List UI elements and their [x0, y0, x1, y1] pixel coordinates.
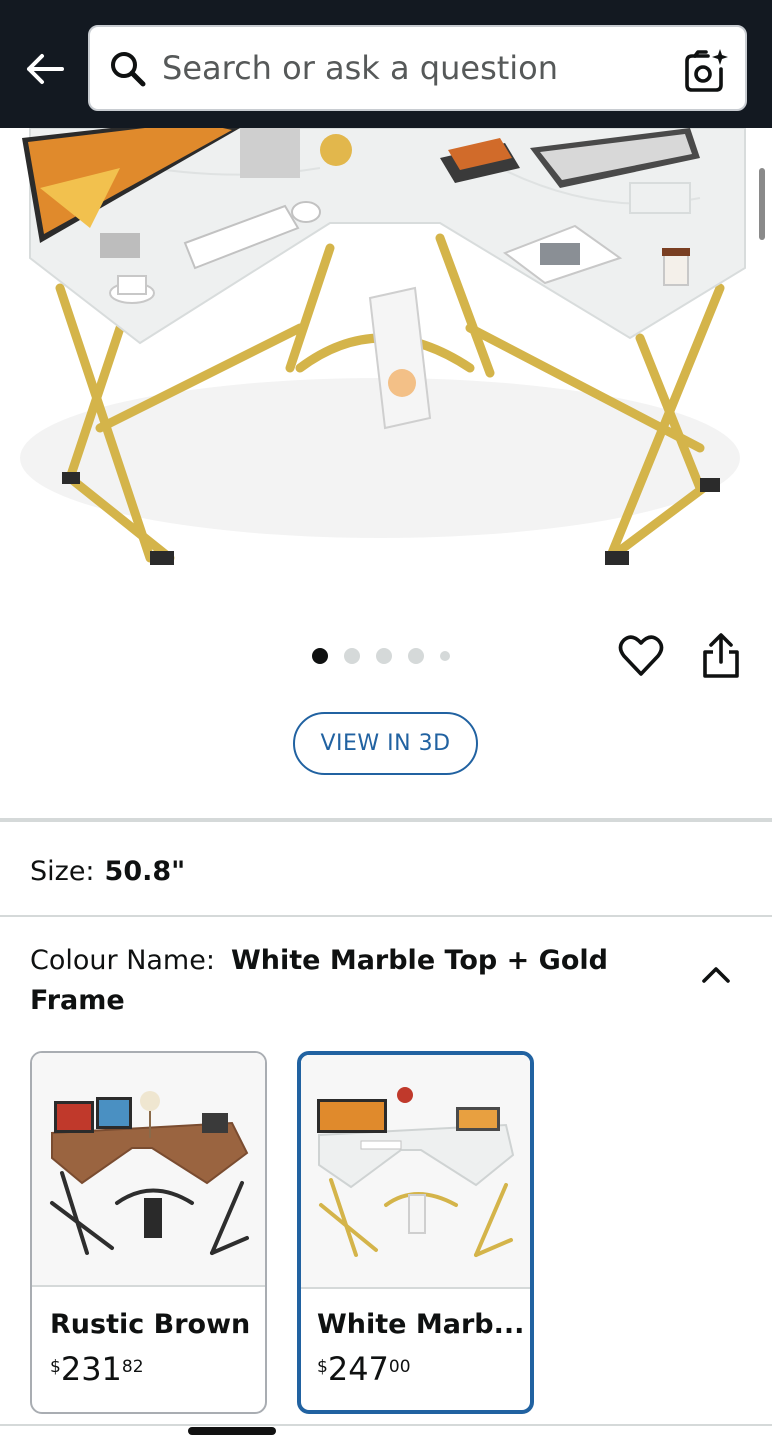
view-in-3d-button[interactable]: VIEW IN 3D [293, 712, 478, 775]
carousel-dot-4[interactable] [408, 648, 424, 664]
price-currency: $ [317, 1357, 328, 1377]
product-thumbnail-white-gold-desk [301, 1055, 530, 1285]
swatch-thumbnail [32, 1053, 265, 1287]
price-cents: 82 [121, 1357, 144, 1377]
price-cents: 00 [388, 1357, 411, 1377]
colour-swatch-rustic-brown[interactable]: Rustic Brown $23182 [30, 1051, 267, 1414]
size-label: Size: [30, 856, 95, 887]
back-button[interactable] [20, 44, 68, 94]
size-selector: Size: 50.8" [30, 852, 185, 892]
image-carousel-dots[interactable] [312, 645, 450, 667]
size-value: 50.8" [104, 856, 186, 887]
colour-label: Colour Name: [30, 945, 215, 976]
chevron-up-icon[interactable] [696, 955, 736, 991]
colour-swatch-white-marble[interactable]: White Marb... $24700 [297, 1051, 534, 1414]
product-image[interactable] [0, 128, 772, 598]
swatch-price: $24700 [317, 1349, 411, 1389]
swatch-name: Rustic Brown [50, 1309, 251, 1340]
section-divider [0, 818, 772, 822]
product-thumbnail-brown-desk [32, 1053, 265, 1285]
price-dollars: 247 [327, 1350, 389, 1388]
search-bar[interactable] [88, 25, 747, 111]
search-input[interactable] [162, 43, 662, 93]
colour-selector: Colour Name: White Marble Top + Gold Fram… [30, 941, 650, 1021]
carousel-dot-3[interactable] [376, 648, 392, 664]
carousel-dot-2[interactable] [344, 648, 360, 664]
carousel-dot-1[interactable] [312, 648, 328, 664]
page-scrollbar[interactable] [759, 168, 765, 240]
camera-icon[interactable] [682, 47, 730, 95]
heart-icon[interactable] [618, 634, 664, 678]
bottom-divider [0, 1424, 772, 1426]
search-icon [111, 52, 146, 87]
top-header [0, 0, 772, 128]
swatch-thumbnail [301, 1055, 530, 1289]
home-indicator[interactable] [188, 1427, 276, 1435]
swatch-name: White Marb... [317, 1309, 525, 1340]
section-divider [0, 915, 772, 917]
share-icon[interactable] [700, 632, 742, 680]
product-photo-desk-white-gold [0, 128, 772, 598]
price-dollars: 231 [60, 1350, 122, 1388]
carousel-dot-5[interactable] [440, 651, 450, 661]
price-currency: $ [50, 1357, 61, 1377]
swatch-price: $23182 [50, 1349, 144, 1389]
back-arrow-icon [27, 54, 64, 84]
